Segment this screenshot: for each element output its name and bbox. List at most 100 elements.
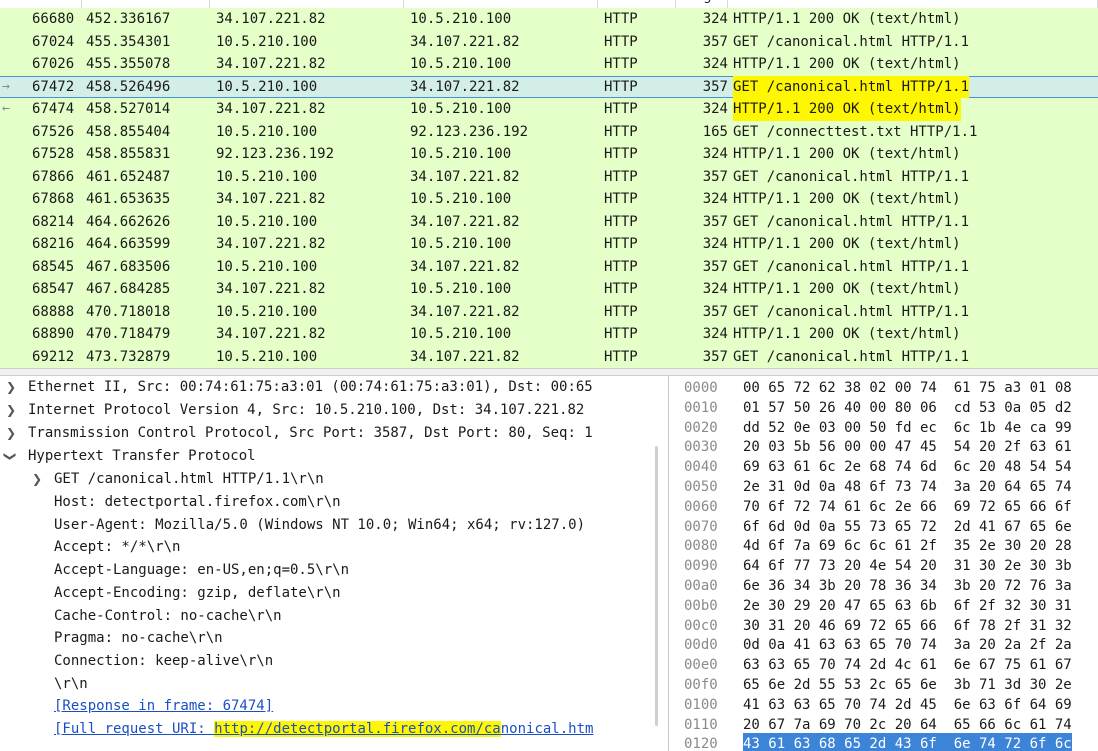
full-uri-highlighted[interactable]: http://detectportal.firefox.com/ca — [214, 721, 501, 737]
chevron-down-icon[interactable]: ❯ — [0, 451, 21, 461]
chevron-right-icon[interactable]: ❯ — [6, 399, 16, 422]
packet-destination: 10.5.210.100 — [410, 191, 512, 207]
full-request-uri-link[interactable]: [Full request URI: http://detectportal.f… — [54, 718, 593, 741]
http-header-field[interactable]: \r\n — [54, 673, 88, 696]
packet-time: 458.527014 — [86, 101, 171, 117]
packet-no: 68545 — [32, 258, 75, 275]
packet-row[interactable]: 67528 458.855831 92.123.236.192 10.5.210.10… — [0, 143, 1098, 166]
packet-destination: 34.107.221.82 — [410, 33, 520, 50]
http-header-field[interactable]: Accept-Encoding: gzip, deflate\r\n — [54, 582, 341, 605]
chevron-right-icon[interactable]: ❯ — [6, 376, 16, 399]
http-header-field[interactable]: Connection: keep-alive\r\n — [54, 650, 273, 673]
packet-time: 458.855404 — [86, 123, 171, 140]
packet-destination: 92.123.236.192 — [410, 123, 529, 140]
packet-row[interactable]: 67026 455.355078 34.107.221.82 10.5.210.100… — [0, 53, 1098, 76]
http-header-field[interactable]: Pragma: no-cache\r\n — [54, 627, 223, 650]
packet-row[interactable]: 67526 458.855404 10.5.210.100 92.123.236.19… — [0, 120, 1098, 143]
http-header-field[interactable]: Accept: */*\r\n — [54, 536, 180, 559]
byte-offset: 0120 — [684, 736, 718, 751]
packet-no: 67526 — [32, 123, 75, 140]
http-header-field[interactable]: User-Agent: Mozilla/5.0 (Windows NT 10.0… — [54, 514, 585, 537]
packet-protocol: HTTP — [604, 168, 638, 185]
column-header-no[interactable]: No. — [0, 0, 82, 8]
packet-bytes-pane[interactable]: 0000 00 65 72 62 38 02 00 74 61 75 a3 01 … — [676, 376, 1098, 751]
packet-destination: 10.5.210.100 — [410, 56, 512, 72]
packet-source: 92.123.236.192 — [216, 146, 335, 162]
packet-protocol: HTTP — [604, 146, 638, 162]
packet-time: 455.354301 — [86, 33, 171, 50]
packet-row[interactable]: 67024 455.354301 10.5.210.100 34.107.221.82… — [0, 30, 1098, 53]
packet-source: 34.107.221.82 — [216, 11, 326, 27]
packet-source: 34.107.221.82 — [216, 191, 326, 207]
pane-splitter[interactable] — [0, 368, 1098, 376]
http-header-field[interactable]: Cache-Control: no-cache\r\n — [54, 605, 282, 628]
packet-time: 458.526496 — [86, 78, 171, 95]
packet-row[interactable]: 68547 467.684285 34.107.221.82 10.5.210.100… — [0, 278, 1098, 301]
byte-row[interactable]: 0120 43 61 63 68 65 2d 43 6f 6e 74 72 6f … — [676, 733, 1098, 751]
packet-info: HTTP/1.1 200 OK (text/html) — [733, 191, 961, 207]
packet-info: GET /canonical.html HTTP/1.1 — [733, 168, 970, 185]
packet-destination: 34.107.221.82 — [410, 78, 520, 95]
response-link-text[interactable]: [Response in frame: 67474] — [54, 698, 273, 714]
packet-no: 67868 — [32, 191, 75, 207]
packet-info: GET /canonical.html HTTP/1.1 — [733, 348, 970, 365]
full-uri-rest[interactable]: nonical.htm — [501, 721, 594, 737]
packet-no: 69212 — [32, 348, 75, 365]
column-header-source[interactable]: Source — [210, 0, 404, 8]
packet-source: 10.5.210.100 — [216, 123, 318, 140]
packet-row[interactable]: 68890 470.718479 34.107.221.82 10.5.210.100… — [0, 323, 1098, 346]
packet-info: HTTP/1.1 200 OK (text/html) — [733, 281, 961, 297]
packet-row[interactable]: 67866 461.652487 10.5.210.100 34.107.221.82… — [0, 165, 1098, 188]
packet-row[interactable]: 68545 467.683506 10.5.210.100 34.107.221.82… — [0, 255, 1098, 278]
packet-source: 34.107.221.82 — [216, 326, 326, 342]
packet-info: HTTP/1.1 200 OK (text/html) — [733, 98, 961, 121]
packet-list[interactable]: No. Time Source Destination Protocol Len… — [0, 0, 1098, 368]
column-header-time[interactable]: Time — [82, 0, 210, 8]
full-uri-prefix[interactable]: [Full request URI: — [54, 721, 214, 737]
packet-destination: 10.5.210.100 — [410, 146, 512, 162]
http-header-field[interactable]: Accept-Language: en-US,en;q=0.5\r\n — [54, 559, 349, 582]
packet-details-pane[interactable]: ❯ Ethernet II, Src: 00:74:61:75:a3:01 (0… — [0, 376, 669, 751]
packet-time: 452.336167 — [86, 11, 171, 27]
packet-length: 324 — [702, 11, 728, 27]
packet-info: GET /canonical.html HTTP/1.1 — [733, 303, 970, 320]
packet-time: 470.718018 — [86, 303, 171, 320]
packet-row[interactable]: 66680 452.336167 34.107.221.82 10.5.210.100… — [0, 8, 1098, 31]
packet-destination: 34.107.221.82 — [410, 258, 520, 275]
packet-protocol: HTTP — [604, 56, 638, 72]
packet-no: 66680 — [32, 11, 75, 27]
packet-source: 10.5.210.100 — [216, 303, 318, 320]
response-in-frame-link[interactable]: [Response in frame: 67474] — [54, 695, 273, 718]
http-header-field[interactable]: Host: detectportal.firefox.com\r\n — [54, 491, 341, 514]
packet-row[interactable]: 69212 473.732879 10.5.210.100 34.107.221.82… — [0, 345, 1098, 368]
packet-no: 67024 — [32, 33, 75, 50]
chevron-right-icon[interactable]: ❯ — [32, 468, 42, 491]
packet-no: 67528 — [32, 146, 75, 162]
packet-destination: 34.107.221.82 — [410, 168, 520, 185]
packet-length: 324 — [702, 281, 728, 297]
packet-length: 357 — [702, 33, 728, 50]
packet-row[interactable]: ← 67474 458.527014 34.107.221.82 10.5.210.10… — [0, 98, 1098, 121]
packet-source: 34.107.221.82 — [216, 281, 326, 297]
packet-destination: 10.5.210.100 — [410, 326, 512, 342]
packet-length: 165 — [702, 123, 728, 140]
column-header-destination[interactable]: Destination — [404, 0, 598, 8]
packet-row[interactable]: 68216 464.663599 34.107.221.82 10.5.210.100… — [0, 233, 1098, 256]
details-scrollbar[interactable] — [655, 446, 658, 726]
chevron-right-icon[interactable]: ❯ — [6, 422, 16, 445]
packet-destination: 10.5.210.100 — [410, 281, 512, 297]
column-header-length[interactable]: Length — [676, 0, 728, 8]
column-header-info[interactable]: Info — [728, 0, 1098, 8]
byte-hex[interactable]: 43 61 63 68 65 2d 43 6f 6e 74 72 6f 6c — [743, 733, 1072, 751]
packet-info: HTTP/1.1 200 OK (text/html) — [733, 146, 961, 162]
detail-ethernet-label: Ethernet II, Src: 00:74:61:75:a3:01 (00:… — [28, 379, 593, 395]
packet-length: 324 — [702, 56, 728, 72]
column-header-protocol[interactable]: Protocol — [598, 0, 676, 8]
packet-row[interactable]: 68214 464.662626 10.5.210.100 34.107.221.82… — [0, 210, 1098, 233]
packet-rows: 66680 452.336167 34.107.221.82 10.5.210.100… — [0, 8, 1098, 368]
packet-row[interactable]: 68888 470.718018 10.5.210.100 34.107.221.82… — [0, 300, 1098, 323]
related-packet-icon: ← — [2, 101, 10, 116]
packet-length: 324 — [702, 326, 728, 342]
packet-row[interactable]: → 67472 458.526496 10.5.210.100 34.107.221.8… — [0, 75, 1098, 98]
packet-row[interactable]: 67868 461.653635 34.107.221.82 10.5.210.100… — [0, 188, 1098, 211]
